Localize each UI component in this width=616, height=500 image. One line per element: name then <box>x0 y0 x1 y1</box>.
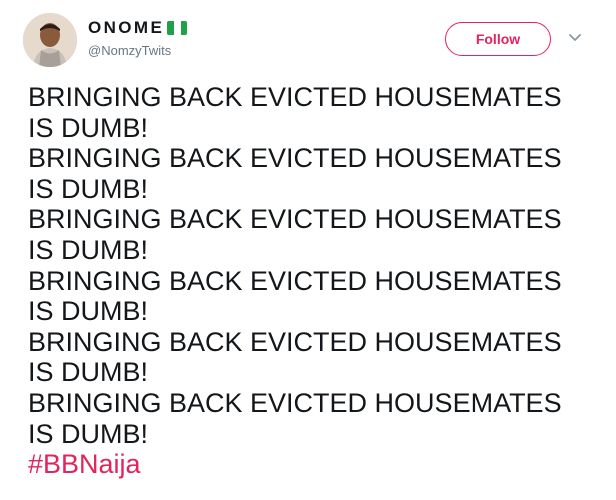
tweet-line: BRINGING BACK EVICTED HOUSEMATES <box>28 387 562 418</box>
tweet-line: BRINGING BACK EVICTED HOUSEMATES <box>28 204 562 235</box>
tweet-line: IS DUMB! <box>28 173 149 204</box>
display-name-text: ONOME <box>88 18 165 37</box>
hashtag-link[interactable]: #BBNaija <box>28 449 588 480</box>
user-info: ONOME @NomzyTwits <box>88 18 188 59</box>
tweet-line: IS DUMB! <box>28 296 149 327</box>
tweet-text: BRINGING BACK EVICTED HOUSEMATES IS DUMB… <box>28 82 588 480</box>
tweet-line: BRINGING BACK EVICTED HOUSEMATES <box>28 326 562 357</box>
chevron-down-icon[interactable] <box>568 33 582 43</box>
tweet-line: IS DUMB! <box>28 418 149 449</box>
follow-button[interactable]: Follow <box>445 22 551 56</box>
tweet-line: IS DUMB! <box>28 112 149 143</box>
tweet-line: BRINGING BACK EVICTED HOUSEMATES <box>28 265 562 296</box>
user-handle[interactable]: @NomzyTwits <box>88 43 187 59</box>
tweet-line: IS DUMB! <box>28 357 149 388</box>
tweet-line: IS DUMB! <box>28 234 149 265</box>
tweet-card: ONOME @NomzyTwits Follow BRINGING BACK E… <box>0 0 616 500</box>
tweet-line: BRINGING BACK EVICTED HOUSEMATES <box>28 82 562 112</box>
avatar-image <box>23 13 77 67</box>
display-name[interactable]: ONOME <box>88 18 188 38</box>
nigeria-flag-icon <box>167 21 188 35</box>
tweet-line: BRINGING BACK EVICTED HOUSEMATES <box>28 143 562 174</box>
avatar[interactable] <box>23 13 77 67</box>
